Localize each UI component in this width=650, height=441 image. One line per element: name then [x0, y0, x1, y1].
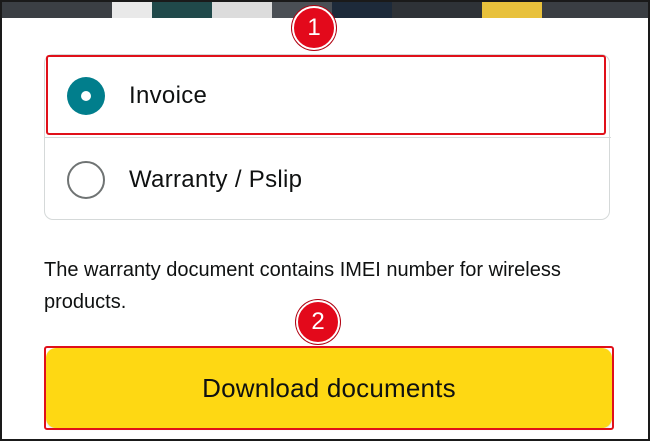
- document-options-sheet: Invoice Warranty / Pslip The warranty do…: [2, 18, 648, 439]
- screenshot-frame: Invoice Warranty / Pslip The warranty do…: [0, 0, 650, 441]
- document-type-options: Invoice Warranty / Pslip: [44, 54, 611, 221]
- radio-selected-icon[interactable]: [67, 77, 105, 115]
- step-1-badge: 1: [292, 6, 336, 50]
- option-invoice-label: Invoice: [129, 82, 208, 109]
- option-invoice[interactable]: Invoice: [45, 55, 611, 138]
- radio-unselected-icon[interactable]: [67, 160, 105, 199]
- option-warranty-pslip[interactable]: Warranty / Pslip: [45, 138, 611, 221]
- step-2-badge: 2: [296, 300, 340, 344]
- option-warranty-label: Warranty / Pslip: [129, 165, 303, 193]
- download-documents-button[interactable]: Download documents: [46, 348, 612, 428]
